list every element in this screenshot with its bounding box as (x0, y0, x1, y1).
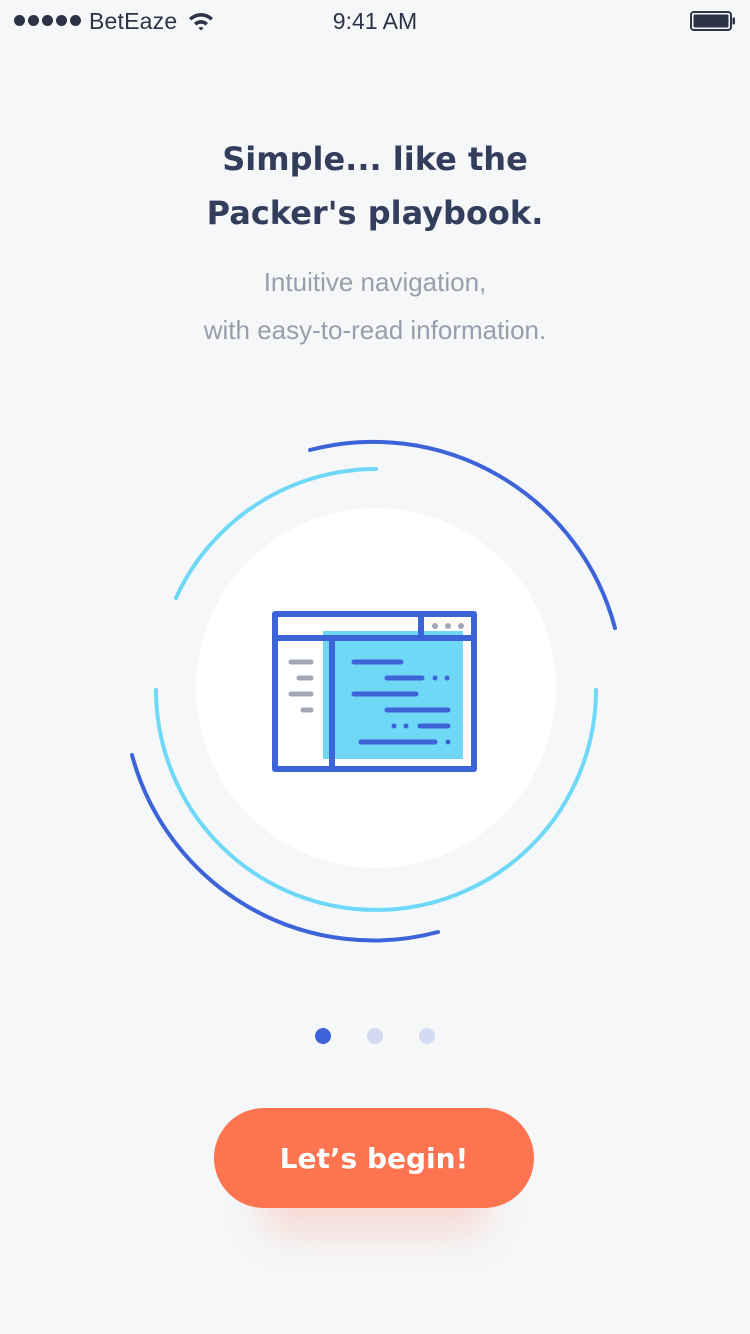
onboarding-headline: Simple... like the Packer's playbook. (0, 132, 750, 240)
onboarding-illustration (130, 439, 617, 943)
battery-icon (690, 11, 735, 31)
subtitle-line-1: Intuitive navigation, (263, 267, 487, 297)
clock: 9:41 AM (332, 8, 418, 34)
headline-line-2: Packer's playbook. (206, 194, 544, 232)
page-dot-2[interactable] (367, 1028, 383, 1044)
lets-begin-button[interactable]: Let’s begin! (214, 1108, 534, 1208)
subtitle-line-2: with easy-to-read information. (203, 315, 547, 345)
onboarding-subtitle: Intuitive navigation, with easy-to-read … (0, 258, 750, 354)
headline-line-1: Simple... like the (222, 140, 528, 178)
page-dot-3[interactable] (419, 1028, 435, 1044)
status-bar: BetEaze 9:41 AM (0, 0, 750, 40)
page-indicator[interactable] (0, 1028, 750, 1044)
page-dot-1[interactable] (315, 1028, 331, 1044)
